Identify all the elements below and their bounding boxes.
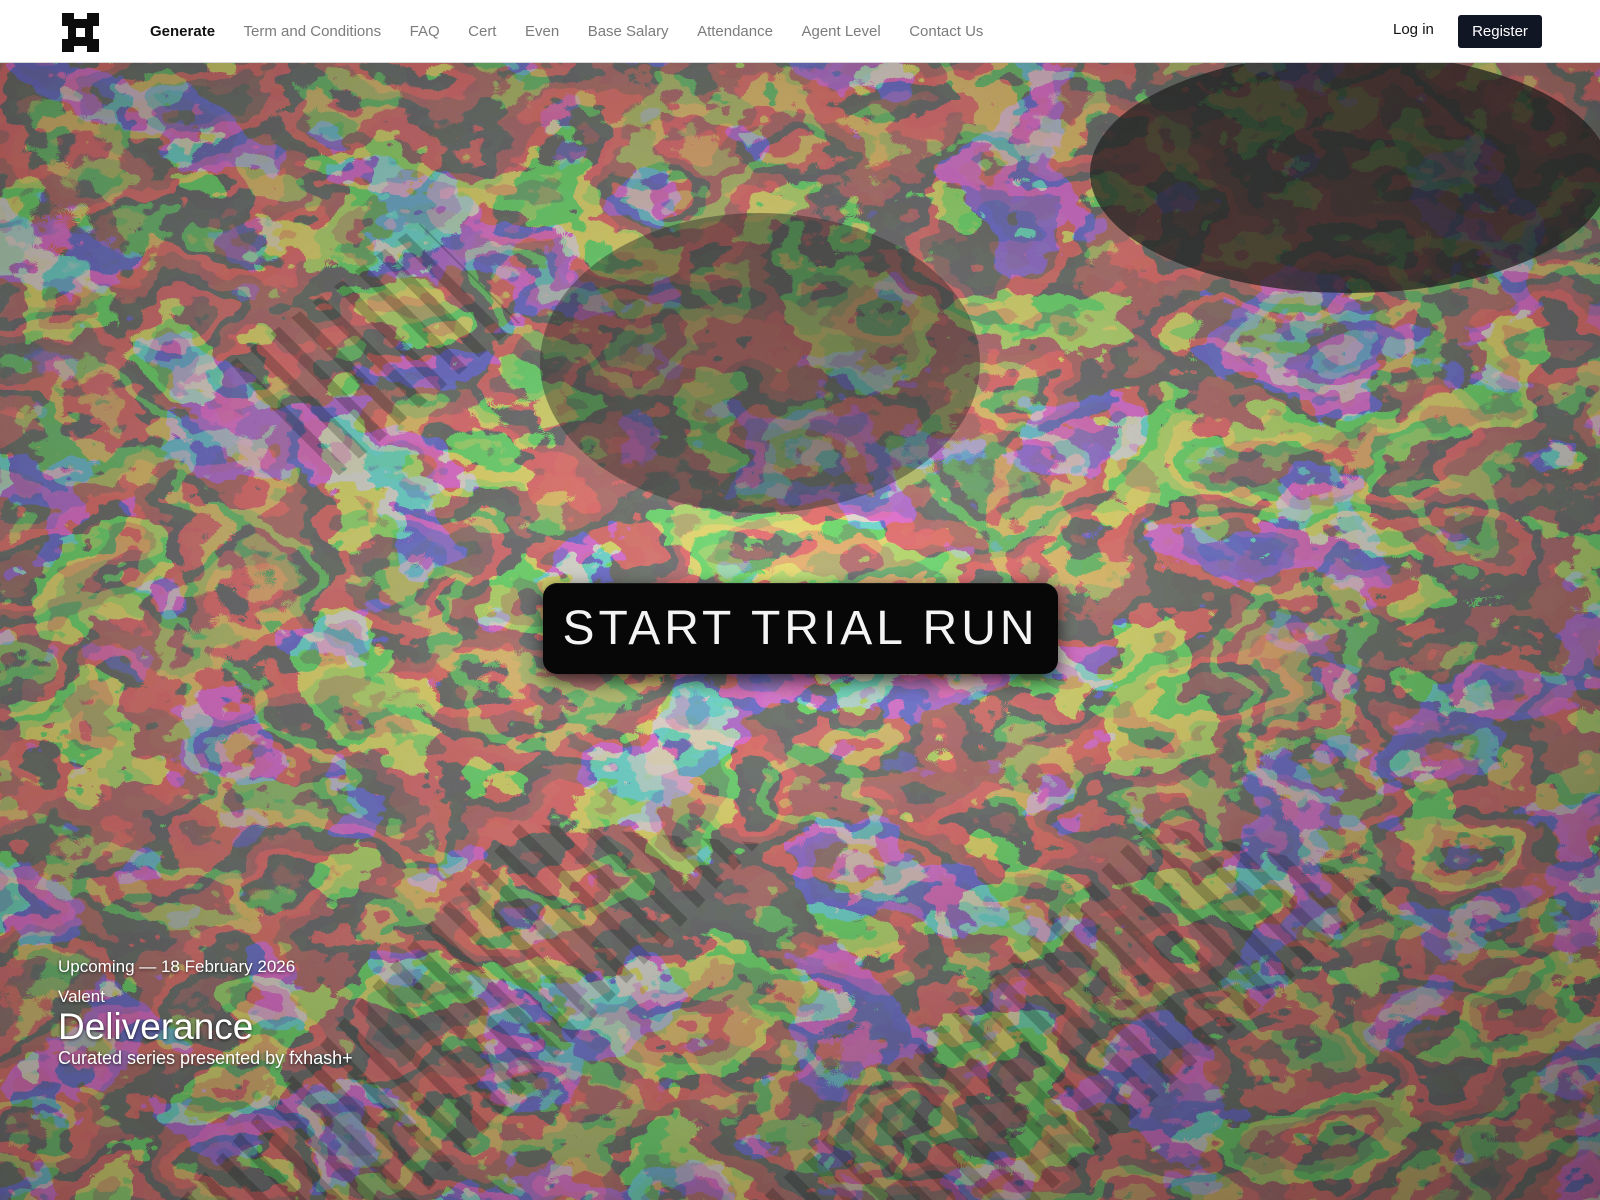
register-button[interactable]: Register — [1458, 15, 1542, 48]
drop-info: Upcoming — 18 February 2026 Valent Deliv… — [58, 957, 353, 1069]
nav-agent-level[interactable]: Agent Level — [801, 23, 880, 40]
main-nav: Generate Term and Conditions FAQ Cert Ev… — [150, 0, 983, 62]
nav-base-salary[interactable]: Base Salary — [588, 23, 669, 40]
nav-even[interactable]: Even — [525, 23, 559, 40]
artist-name[interactable]: Valent — [58, 987, 353, 1007]
nav-terms[interactable]: Term and Conditions — [244, 23, 382, 40]
nav-contact-us[interactable]: Contact Us — [909, 23, 983, 40]
start-trial-run-button[interactable]: START TRIAL RUN — [543, 583, 1058, 674]
top-navbar: Generate Term and Conditions FAQ Cert Ev… — [0, 0, 1600, 63]
hero-section: START TRIAL RUN Upcoming — 18 February 2… — [0, 63, 1600, 1200]
nav-cert[interactable]: Cert — [468, 23, 496, 40]
project-title[interactable]: Deliverance — [58, 1007, 353, 1047]
nav-faq[interactable]: FAQ — [410, 23, 440, 40]
upcoming-date: Upcoming — 18 February 2026 — [58, 957, 296, 976]
login-link[interactable]: Log in — [1393, 21, 1434, 38]
fxhash-logo-icon[interactable] — [62, 13, 99, 52]
project-subtitle: Curated series presented by fxhash+ — [58, 1048, 353, 1068]
nav-attendance[interactable]: Attendance — [697, 23, 773, 40]
nav-generate[interactable]: Generate — [150, 23, 215, 40]
